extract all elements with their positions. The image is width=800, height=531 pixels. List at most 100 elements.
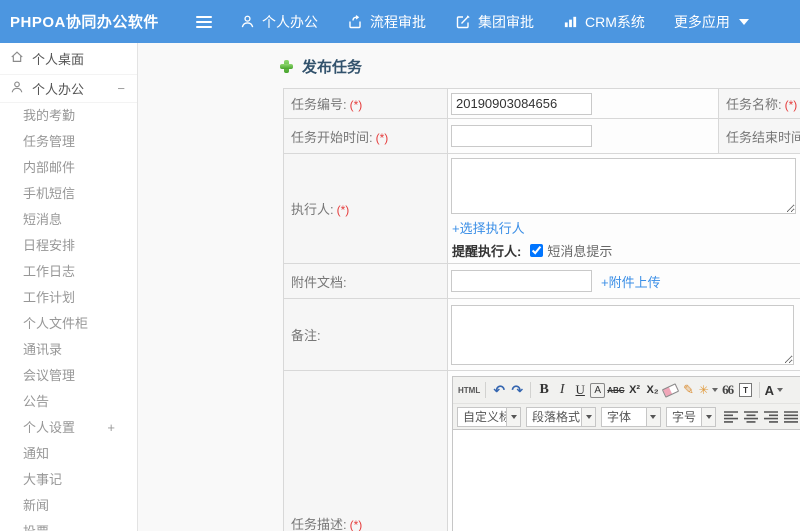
edit-square-icon xyxy=(455,14,478,30)
sidebar-item-short-message[interactable]: 短消息 xyxy=(0,207,137,233)
sidebar-item-personal-settings[interactable]: 个人设置 + xyxy=(0,415,137,441)
superscript-button[interactable]: X² xyxy=(627,380,643,400)
italic-button[interactable]: I xyxy=(554,380,570,400)
green-plus-icon xyxy=(280,60,293,73)
sidebar-item-notice[interactable]: 通知 xyxy=(0,441,137,467)
redo-icon[interactable]: ↷ xyxy=(509,380,525,400)
page-title: 发布任务 xyxy=(302,59,363,76)
caret-down-icon xyxy=(711,388,718,392)
quick-format-wand-icon[interactable]: ✳ xyxy=(699,380,718,400)
font-size-select[interactable]: 字号 xyxy=(665,406,716,427)
sidebar-item-news[interactable]: 新闻 xyxy=(0,493,137,519)
caret-down-icon xyxy=(506,407,520,426)
required-mark: (*) xyxy=(336,203,350,217)
remind-executor-row: 提醒执行人: 短消息提示 xyxy=(452,241,800,260)
sidebar-item-schedule[interactable]: 日程安排 xyxy=(0,233,137,259)
sidebar-item-internal-mail[interactable]: 内部邮件 xyxy=(0,155,137,181)
paste-as-text-icon[interactable]: T xyxy=(738,380,754,400)
sidebar-item-task-management[interactable]: 任务管理 xyxy=(0,129,137,155)
app-logo[interactable]: PHPOA协同办公软件 xyxy=(10,11,188,32)
strikethrough-button[interactable]: ABC xyxy=(607,380,624,400)
sidebar-item-label: 个人办公 xyxy=(32,82,85,97)
font-family-select[interactable]: 字体 xyxy=(601,406,661,427)
sidebar-item-meeting-management[interactable]: 会议管理 xyxy=(0,363,137,389)
sidebar-item-personal-desktop[interactable]: 个人桌面 xyxy=(0,43,137,75)
toolbar-separator xyxy=(758,382,760,398)
align-right-icon[interactable] xyxy=(763,410,779,424)
nav-group-approval[interactable]: 集团审批 xyxy=(455,12,534,32)
sidebar-item-memorabilia[interactable]: 大事记 xyxy=(0,467,137,493)
sidebar-item-vote-partial[interactable]: 投票 xyxy=(0,519,137,531)
caret-down-icon xyxy=(738,18,749,25)
expand-plus-icon[interactable]: + xyxy=(107,415,115,441)
undo-icon[interactable]: ↶ xyxy=(491,380,507,400)
home-icon xyxy=(10,50,32,67)
sidebar-item-work-plan[interactable]: 工作计划 xyxy=(0,285,137,311)
attachment-label: 附件文档: xyxy=(291,274,347,290)
nav-more-apps[interactable]: 更多应用 xyxy=(674,12,749,32)
align-left-icon[interactable] xyxy=(723,410,739,424)
align-justify-icon[interactable] xyxy=(783,410,799,424)
nav-personal-office[interactable]: 个人办公 xyxy=(240,12,318,32)
start-time-label: 任务开始时间: xyxy=(291,129,373,145)
custom-heading-select[interactable]: 自定义标题 xyxy=(457,406,521,427)
nav-label: 流程审批 xyxy=(370,13,426,30)
menu-toggle-icon[interactable] xyxy=(196,15,214,29)
task-no-label: 任务编号: xyxy=(291,97,347,112)
source-code-button[interactable]: HTML xyxy=(458,380,480,400)
task-name-label: 任务名称: xyxy=(726,97,782,112)
sidebar-item-personal-office[interactable]: 个人办公 − xyxy=(0,75,137,103)
sidebar: 个人桌面 个人办公 − 我的考勤 任务管理 内部邮件 手机短信 短消息 日程安排… xyxy=(0,43,138,531)
underline-button[interactable]: U xyxy=(572,380,588,400)
task-no-input[interactable] xyxy=(451,92,592,115)
nav-crm-system[interactable]: CRM系统 xyxy=(563,12,645,32)
sms-remind-checkbox[interactable] xyxy=(530,244,544,257)
remark-textarea[interactable] xyxy=(451,304,794,365)
blockquote-button[interactable]: 66 xyxy=(720,380,736,400)
toolbar-separator xyxy=(485,382,487,398)
editor-content-area[interactable] xyxy=(453,429,800,531)
page-header: 发布任务 xyxy=(280,56,362,77)
nav-process-approval[interactable]: 流程审批 xyxy=(347,12,426,32)
nav-label: CRM系统 xyxy=(585,13,645,30)
sidebar-item-announcement[interactable]: 公告 xyxy=(0,389,137,415)
collapse-minus-icon[interactable]: − xyxy=(117,81,125,96)
eraser-icon[interactable] xyxy=(661,380,680,400)
attachment-upload-link[interactable]: +附件上传 xyxy=(601,272,661,291)
sidebar-item-my-attendance[interactable]: 我的考勤 xyxy=(0,103,137,129)
sidebar-item-personal-file-cabinet[interactable]: 个人文件柜 xyxy=(0,311,137,337)
subscript-button[interactable]: X₂ xyxy=(645,380,661,400)
nav-label: 更多应用 xyxy=(673,13,730,30)
caret-down-icon xyxy=(701,407,715,426)
remind-executor-label: 提醒执行人: xyxy=(452,244,522,259)
executor-textarea[interactable] xyxy=(451,158,796,214)
format-brush-icon[interactable]: ✎ xyxy=(681,380,697,400)
end-time-label: 任务结束时间: xyxy=(726,129,800,145)
editor-toolbar-row2: 自定义标题 段落格式 字体 字号 xyxy=(453,403,800,429)
nav-label: 个人办公 xyxy=(262,13,318,30)
top-navbar: PHPOA协同办公软件 个人办公 流程审批 集团审批 CRM系统 更多应用 xyxy=(0,0,800,43)
sidebar-item-work-log[interactable]: 工作日志 xyxy=(0,259,137,285)
editor-toolbar-row1: HTML ↶ ↷ B I U A ABC X² X₂ ✎ ✳ 66 T A xyxy=(453,377,800,403)
required-mark: (*) xyxy=(349,98,363,112)
caret-down-icon xyxy=(581,407,595,426)
paragraph-format-select[interactable]: 段落格式 xyxy=(526,406,596,427)
attachment-input[interactable] xyxy=(451,270,592,292)
start-time-input[interactable] xyxy=(451,125,592,147)
align-center-icon[interactable] xyxy=(743,410,759,424)
bold-button[interactable]: B xyxy=(536,380,552,400)
caret-down-icon xyxy=(777,388,784,392)
toolbar-separator xyxy=(530,382,532,398)
nav-label: 集团审批 xyxy=(478,13,534,30)
font-color-button[interactable]: A xyxy=(765,380,784,400)
font-style-box-icon[interactable]: A xyxy=(590,382,606,398)
sidebar-item-address-book[interactable]: 通讯录 xyxy=(0,337,137,363)
sidebar-item-label: 个人桌面 xyxy=(32,52,85,67)
process-share-icon xyxy=(347,14,370,30)
description-label: 任务描述: xyxy=(291,517,347,531)
user-icon xyxy=(10,80,32,97)
top-navigation: 个人办公 流程审批 集团审批 CRM系统 更多应用 xyxy=(240,12,778,32)
sidebar-item-mobile-sms[interactable]: 手机短信 xyxy=(0,181,137,207)
select-executor-link[interactable]: +选择执行人 xyxy=(452,218,525,237)
executor-label: 执行人: xyxy=(291,202,334,217)
